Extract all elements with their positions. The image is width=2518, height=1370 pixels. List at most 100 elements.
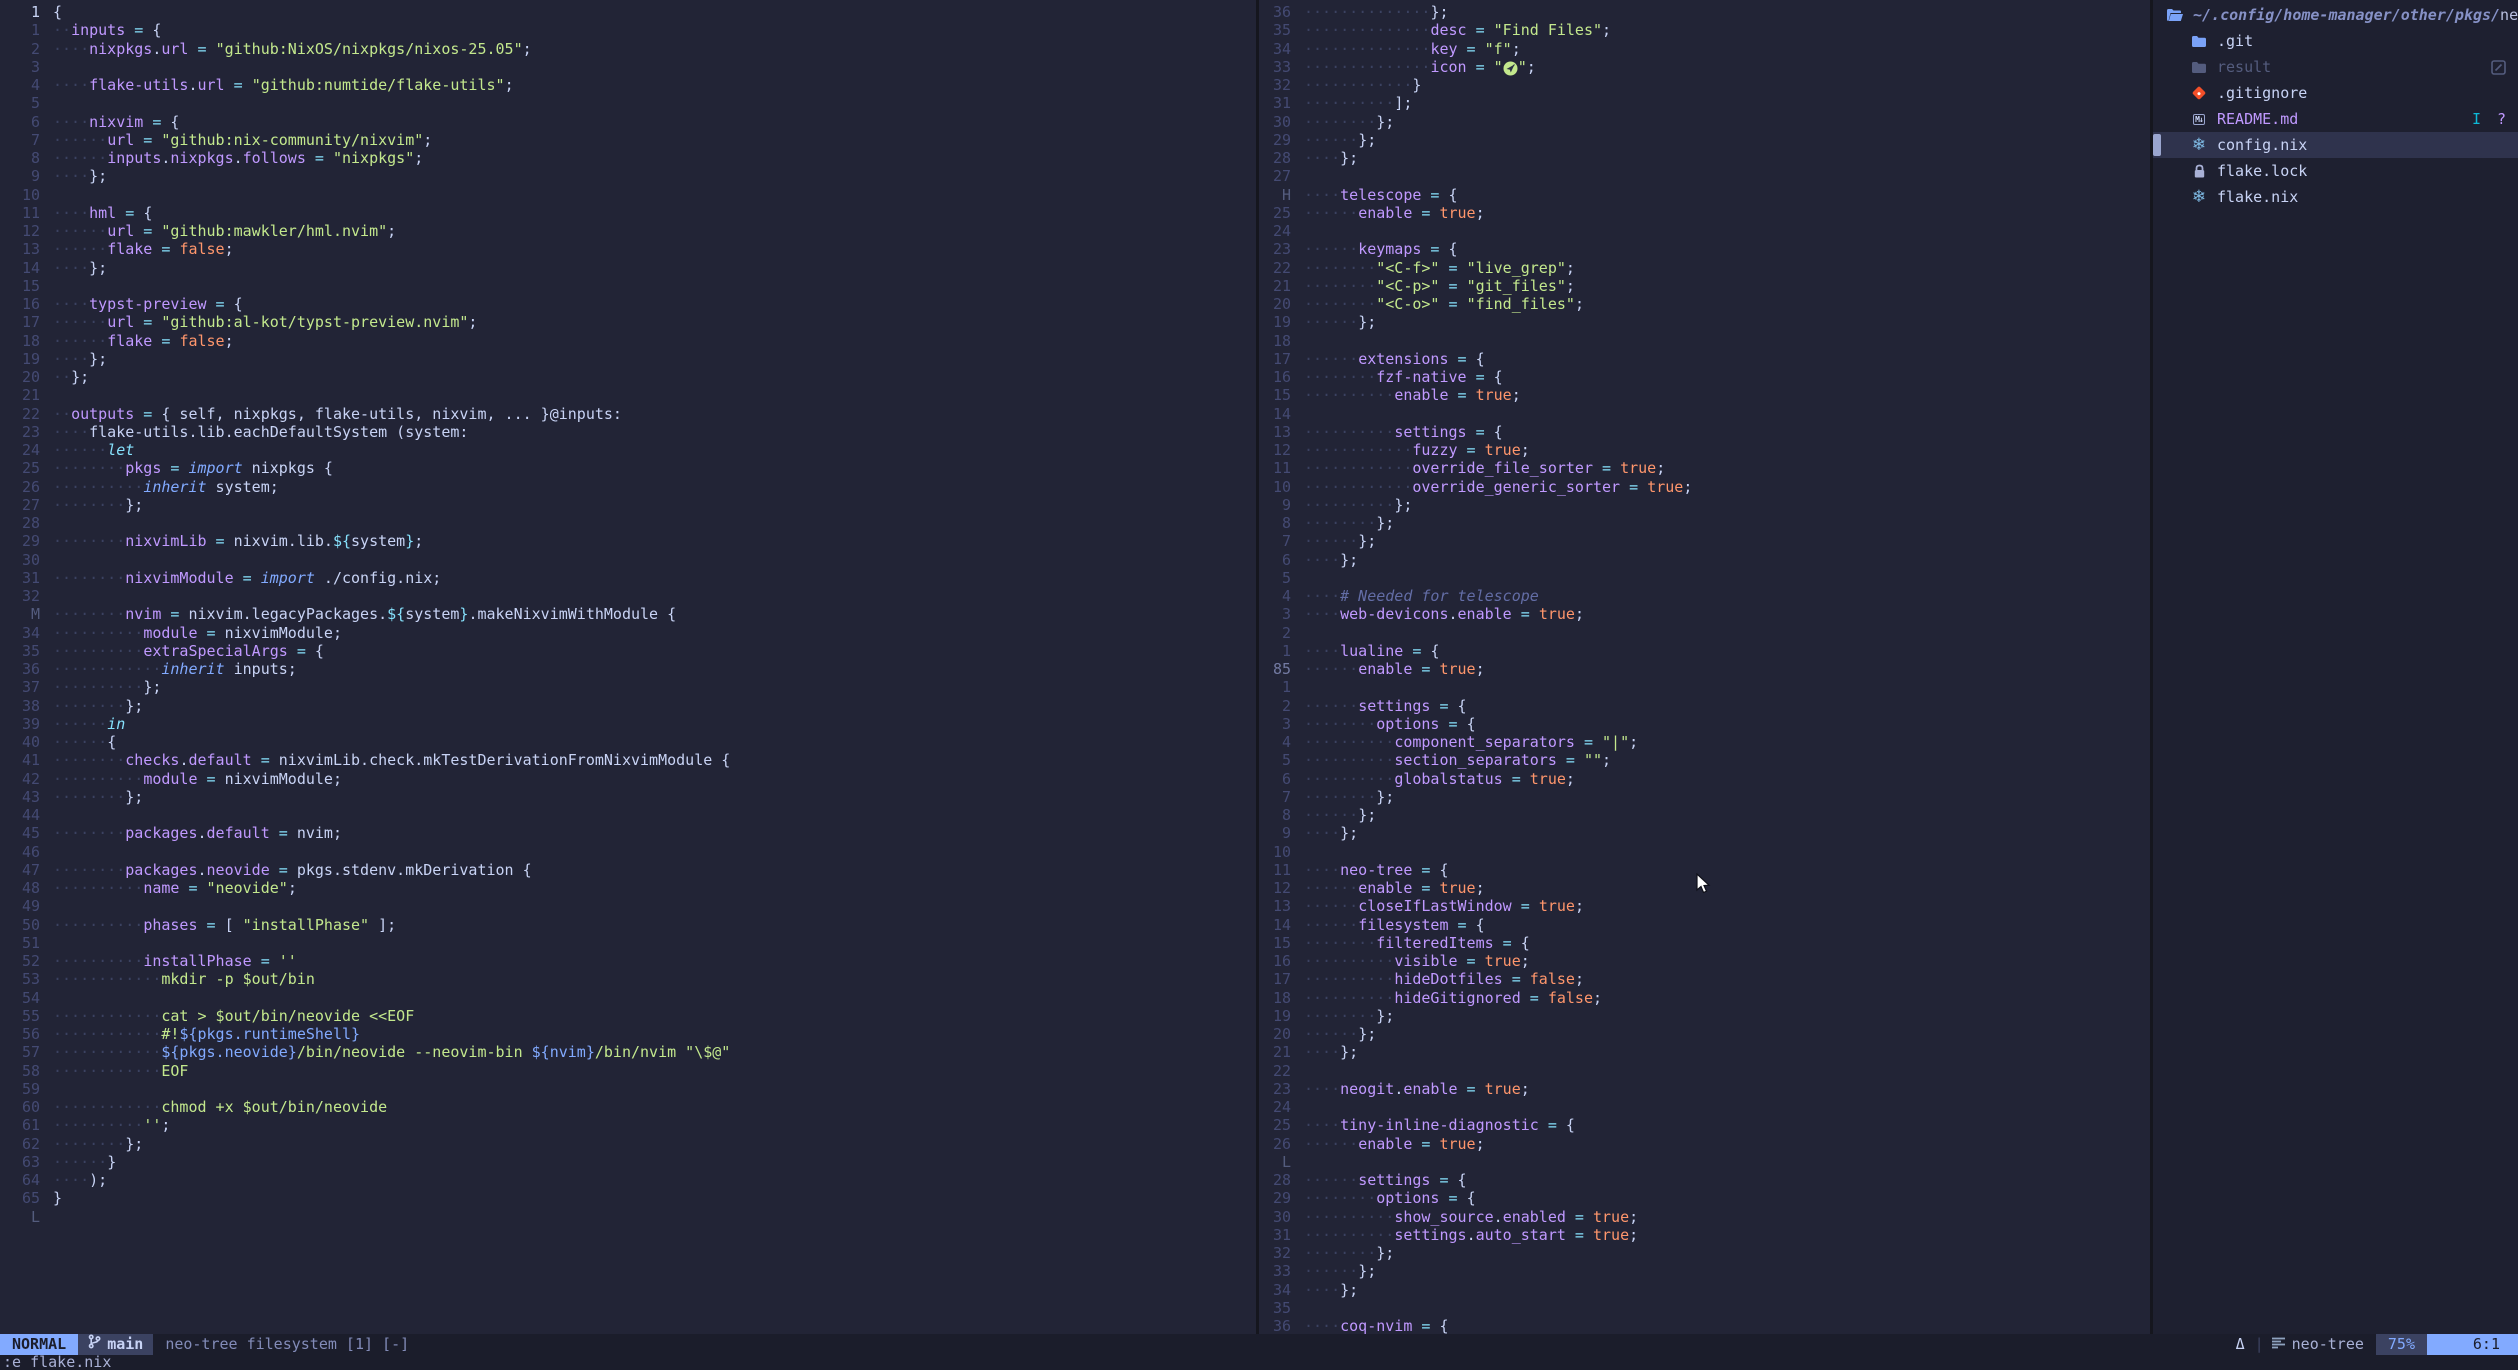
code-line[interactable]: 35 <box>1259 1299 2150 1317</box>
code-line[interactable]: 24······let <box>0 441 1256 459</box>
code-line[interactable]: 3····web-devicons.enable = true; <box>1259 605 2150 623</box>
code-line[interactable]: 65} <box>0 1189 1256 1207</box>
code-line[interactable]: 18 <box>1259 332 2150 350</box>
code-line[interactable]: 26··········inherit system; <box>0 478 1256 496</box>
code-line[interactable]: 17······extensions = { <box>1259 350 2150 368</box>
tree-item--gitignore[interactable]: .gitignore <box>2153 80 2518 106</box>
code-line[interactable]: 21········"<C-p>" = "git_files"; <box>1259 277 2150 295</box>
code-line[interactable]: 36············inherit inputs; <box>0 660 1256 678</box>
code-line[interactable]: 64····); <box>0 1171 1256 1189</box>
code-line[interactable]: 23····flake-utils.lib.eachDefaultSystem … <box>0 423 1256 441</box>
code-line[interactable]: 34··············key = "f"; <box>1259 40 2150 58</box>
code-line[interactable]: M········nvim = nixvim.legacyPackages.${… <box>0 605 1256 623</box>
code-line[interactable]: 6····}; <box>1259 551 2150 569</box>
code-line[interactable]: 9··········}; <box>1259 496 2150 514</box>
code-line[interactable]: 15········filteredItems = { <box>1259 934 2150 952</box>
code-line[interactable]: 35··············desc = "Find Files"; <box>1259 21 2150 39</box>
code-line[interactable]: 5 <box>1259 569 2150 587</box>
code-line[interactable]: 24 <box>1259 1098 2150 1116</box>
tree-item--git[interactable]: .git <box>2153 28 2518 54</box>
code-line[interactable]: 16····typst-preview = { <box>0 295 1256 313</box>
code-line[interactable]: 38········}; <box>0 697 1256 715</box>
code-line[interactable]: 55············cat > $out/bin/neovide <<E… <box>0 1007 1256 1025</box>
code-line[interactable]: 5··········section_separators = ""; <box>1259 751 2150 769</box>
code-line[interactable]: 10 <box>1259 843 2150 861</box>
tree-item-config-nix[interactable]: ❄config.nix <box>2153 132 2518 158</box>
code-line[interactable]: L <box>0 1208 1256 1226</box>
code-line[interactable]: 44 <box>0 806 1256 824</box>
code-line[interactable]: 27········}; <box>0 496 1256 514</box>
code-line[interactable]: 13······closeIfLastWindow = true; <box>1259 897 2150 915</box>
code-line[interactable]: 14 <box>1259 405 2150 423</box>
code-line[interactable]: 12······url = "github:mawkler/hml.nvim"; <box>0 222 1256 240</box>
code-line[interactable]: 32········}; <box>1259 1244 2150 1262</box>
tree-item-result[interactable]: result <box>2153 54 2518 80</box>
code-line[interactable]: 7········}; <box>1259 788 2150 806</box>
code-line[interactable]: H····telescope = { <box>1259 186 2150 204</box>
code-line[interactable]: 32 <box>0 587 1256 605</box>
code-line[interactable]: 7······url = "github:nix-community/nixvi… <box>0 131 1256 149</box>
code-line[interactable]: 39······in <box>0 715 1256 733</box>
code-line[interactable]: 10············override_generic_sorter = … <box>1259 478 2150 496</box>
code-line[interactable]: 18······flake = false; <box>0 332 1256 350</box>
code-line[interactable]: 22··outputs = { self, nixpkgs, flake-uti… <box>0 405 1256 423</box>
code-line[interactable]: 54 <box>0 989 1256 1007</box>
code-line[interactable]: 23······keymaps = { <box>1259 240 2150 258</box>
command-line[interactable]: :e flake.nix <box>0 1355 2518 1370</box>
code-line[interactable]: 30··········show_source.enabled = true; <box>1259 1208 2150 1226</box>
code-line[interactable]: 50··········phases = [ "installPhase" ]; <box>0 916 1256 934</box>
code-line[interactable]: 1{ <box>0 3 1256 21</box>
code-line[interactable]: 62········}; <box>0 1135 1256 1153</box>
code-line[interactable]: 59 <box>0 1080 1256 1098</box>
code-line[interactable]: 47········packages.neovide = pkgs.stdenv… <box>0 861 1256 879</box>
code-line[interactable]: 19······}; <box>1259 313 2150 331</box>
code-line[interactable]: 49 <box>0 897 1256 915</box>
code-line[interactable]: 30 <box>0 551 1256 569</box>
code-line[interactable]: 1··inputs = { <box>0 21 1256 39</box>
code-line[interactable]: 31··········settings.auto_start = true; <box>1259 1226 2150 1244</box>
code-line[interactable]: 32············} <box>1259 76 2150 94</box>
code-line[interactable]: 57············${pkgs.neovide}/bin/neovid… <box>0 1043 1256 1061</box>
code-line[interactable]: 12············fuzzy = true; <box>1259 441 2150 459</box>
code-line[interactable]: 7······}; <box>1259 532 2150 550</box>
code-line[interactable]: 51 <box>0 934 1256 952</box>
code-line[interactable]: 1 <box>1259 678 2150 696</box>
code-line[interactable]: 52··········installPhase = '' <box>0 952 1256 970</box>
code-line[interactable]: 19········}; <box>1259 1007 2150 1025</box>
code-line[interactable]: 8········}; <box>1259 514 2150 532</box>
editor-window-flake-nix[interactable]: 1{1··inputs = {2····nixpkgs.url = "githu… <box>0 0 1256 1334</box>
tree-root[interactable]: ~/.config/home-manager/other/pkgs/ne <box>2153 2 2518 28</box>
code-line[interactable]: 34··········module = nixvimModule; <box>0 624 1256 642</box>
code-line[interactable]: 20········"<C-o>" = "find_files"; <box>1259 295 2150 313</box>
code-line[interactable]: 24 <box>1259 222 2150 240</box>
code-line[interactable]: 3 <box>0 58 1256 76</box>
code-line[interactable]: 16··········visible = true; <box>1259 952 2150 970</box>
code-line[interactable]: 18··········hideGitignored = false; <box>1259 989 2150 1007</box>
code-line[interactable]: 34····}; <box>1259 1281 2150 1299</box>
code-line[interactable]: 28····}; <box>1259 149 2150 167</box>
code-line[interactable]: 29········options = { <box>1259 1189 2150 1207</box>
code-line[interactable]: 11············override_file_sorter = tru… <box>1259 459 2150 477</box>
code-line[interactable]: 33··············icon = ""; <box>1259 58 2150 76</box>
code-line[interactable]: 42··········module = nixvimModule; <box>0 770 1256 788</box>
code-line[interactable]: 36····coq-nvim = { <box>1259 1317 2150 1334</box>
code-line[interactable]: 46 <box>0 843 1256 861</box>
code-line[interactable]: 63······} <box>0 1153 1256 1171</box>
code-line[interactable]: 17··········hideDotfiles = false; <box>1259 970 2150 988</box>
code-line[interactable]: 1····lualine = { <box>1259 642 2150 660</box>
code-line[interactable]: 48··········name = "neovide"; <box>0 879 1256 897</box>
code-line[interactable]: 33······}; <box>1259 1262 2150 1280</box>
code-line[interactable]: 9····}; <box>1259 824 2150 842</box>
code-line[interactable]: 4··········component_separators = "|"; <box>1259 733 2150 751</box>
code-line[interactable]: 26······enable = true; <box>1259 1135 2150 1153</box>
code-line[interactable]: 9····}; <box>0 167 1256 185</box>
code-line[interactable]: 16········fzf-native = { <box>1259 368 2150 386</box>
code-line[interactable]: 10 <box>0 186 1256 204</box>
code-line[interactable]: 35··········extraSpecialArgs = { <box>0 642 1256 660</box>
code-line[interactable]: 3········options = { <box>1259 715 2150 733</box>
code-line[interactable]: 45········packages.default = nvim; <box>0 824 1256 842</box>
code-line[interactable]: 20······}; <box>1259 1025 2150 1043</box>
code-line[interactable]: 2 <box>1259 624 2150 642</box>
code-line[interactable]: 53············mkdir -p $out/bin <box>0 970 1256 988</box>
code-line[interactable]: 29······}; <box>1259 131 2150 149</box>
